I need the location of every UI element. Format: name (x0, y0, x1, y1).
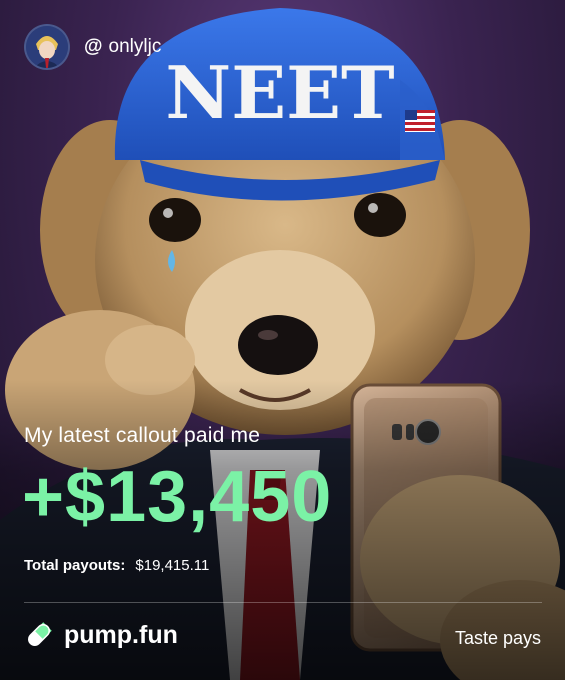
avatar[interactable] (24, 24, 70, 70)
total-payouts-label: Total payouts: (24, 557, 126, 574)
payout-card: NEET @ onlyljc My latest callout paid me… (0, 0, 565, 680)
total-payouts-value: $19,415.11 (135, 557, 210, 574)
brand-link[interactable]: pump.fun (24, 620, 178, 650)
anime-avatar-icon (26, 26, 68, 68)
hat-text: NEET (165, 50, 394, 135)
user-header: @ onlyljc (24, 24, 161, 70)
total-payouts: Total payouts: $19,415.11 (24, 557, 209, 574)
username[interactable]: @ onlyljc (84, 36, 161, 58)
payout-amount: +$13,450 (22, 457, 333, 537)
flag-icon (405, 110, 435, 132)
pill-icon (28, 622, 52, 646)
brand-name: pump.fun (64, 620, 178, 649)
divider (24, 602, 542, 603)
at-symbol: @ (84, 36, 103, 57)
tagline: Taste pays (454, 628, 541, 648)
handle-text: onlyljc (108, 36, 162, 57)
callout-caption: My latest callout paid me (24, 424, 261, 447)
